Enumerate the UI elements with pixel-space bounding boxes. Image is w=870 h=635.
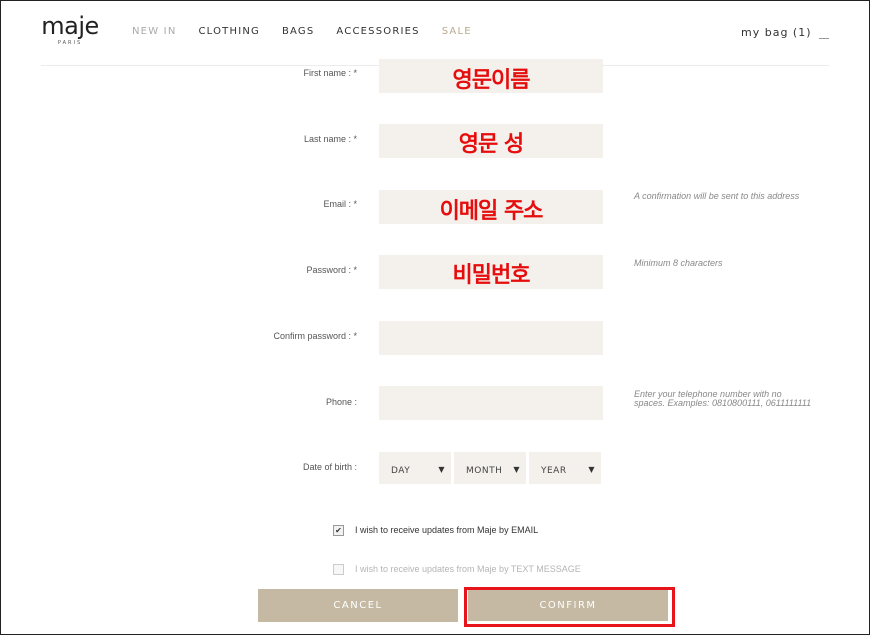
optin-email-checkbox[interactable]: ✔ (333, 525, 344, 536)
dob-month-select[interactable]: MONTH ▼ (454, 452, 526, 484)
confirm-button[interactable]: CONFIRM (468, 590, 668, 621)
confirm-password-input[interactable] (379, 321, 603, 355)
dob-day-value: DAY (391, 466, 411, 476)
bag-divider (819, 38, 829, 39)
password-label: Password : * (306, 265, 357, 275)
site-header: maje PARIS NEW IN CLOTHING BAGS ACCESSOR… (1, 1, 869, 65)
phone-label: Phone : (325, 397, 357, 407)
dob-month-value: MONTH (466, 466, 503, 476)
nav-clothing[interactable]: CLOTHING (199, 26, 260, 37)
dob-year-select[interactable]: YEAR ▼ (529, 452, 601, 484)
optin-sms-checkbox[interactable] (333, 564, 344, 575)
last-name-input[interactable] (379, 124, 603, 158)
nav-new-in[interactable]: NEW IN (132, 26, 177, 37)
my-bag-link[interactable]: my bag (1) (741, 26, 812, 39)
nav-bags[interactable]: BAGS (282, 26, 314, 37)
nav-sale[interactable]: SALE (442, 26, 472, 37)
first-name-input[interactable] (379, 59, 603, 93)
phone-input[interactable] (379, 386, 603, 420)
cancel-button[interactable]: CANCEL (258, 589, 458, 622)
first-name-label: First name : * (303, 68, 357, 78)
main-nav: NEW IN CLOTHING BAGS ACCESSORIES SALE (132, 26, 472, 37)
optin-sms-label: I wish to receive updates from Maje by T… (355, 564, 581, 574)
chevron-down-icon: ▼ (588, 465, 595, 474)
logo-subtitle: PARIS (57, 40, 83, 46)
dob-year-value: YEAR (541, 466, 567, 476)
password-hint: Minimum 8 characters (634, 258, 723, 268)
nav-accessories[interactable]: ACCESSORIES (336, 26, 419, 37)
maje-logo[interactable]: maje PARIS (41, 12, 99, 46)
dob-label: Date of birth : (302, 462, 357, 472)
dob-day-select[interactable]: DAY ▼ (379, 452, 451, 484)
logo-wordmark: maje (41, 12, 99, 40)
optin-email-label: I wish to receive updates from Maje by E… (355, 525, 539, 535)
confirm-password-label: Confirm password : * (273, 331, 357, 341)
chevron-down-icon: ▼ (438, 465, 445, 474)
email-input[interactable] (379, 190, 603, 224)
last-name-label: Last name : * (303, 134, 357, 144)
email-hint: A confirmation will be sent to this addr… (634, 191, 800, 201)
phone-hint: Enter your telephone number with no spac… (634, 389, 812, 408)
password-input[interactable] (379, 255, 603, 289)
chevron-down-icon: ▼ (513, 465, 520, 474)
email-label: Email : * (323, 199, 357, 209)
